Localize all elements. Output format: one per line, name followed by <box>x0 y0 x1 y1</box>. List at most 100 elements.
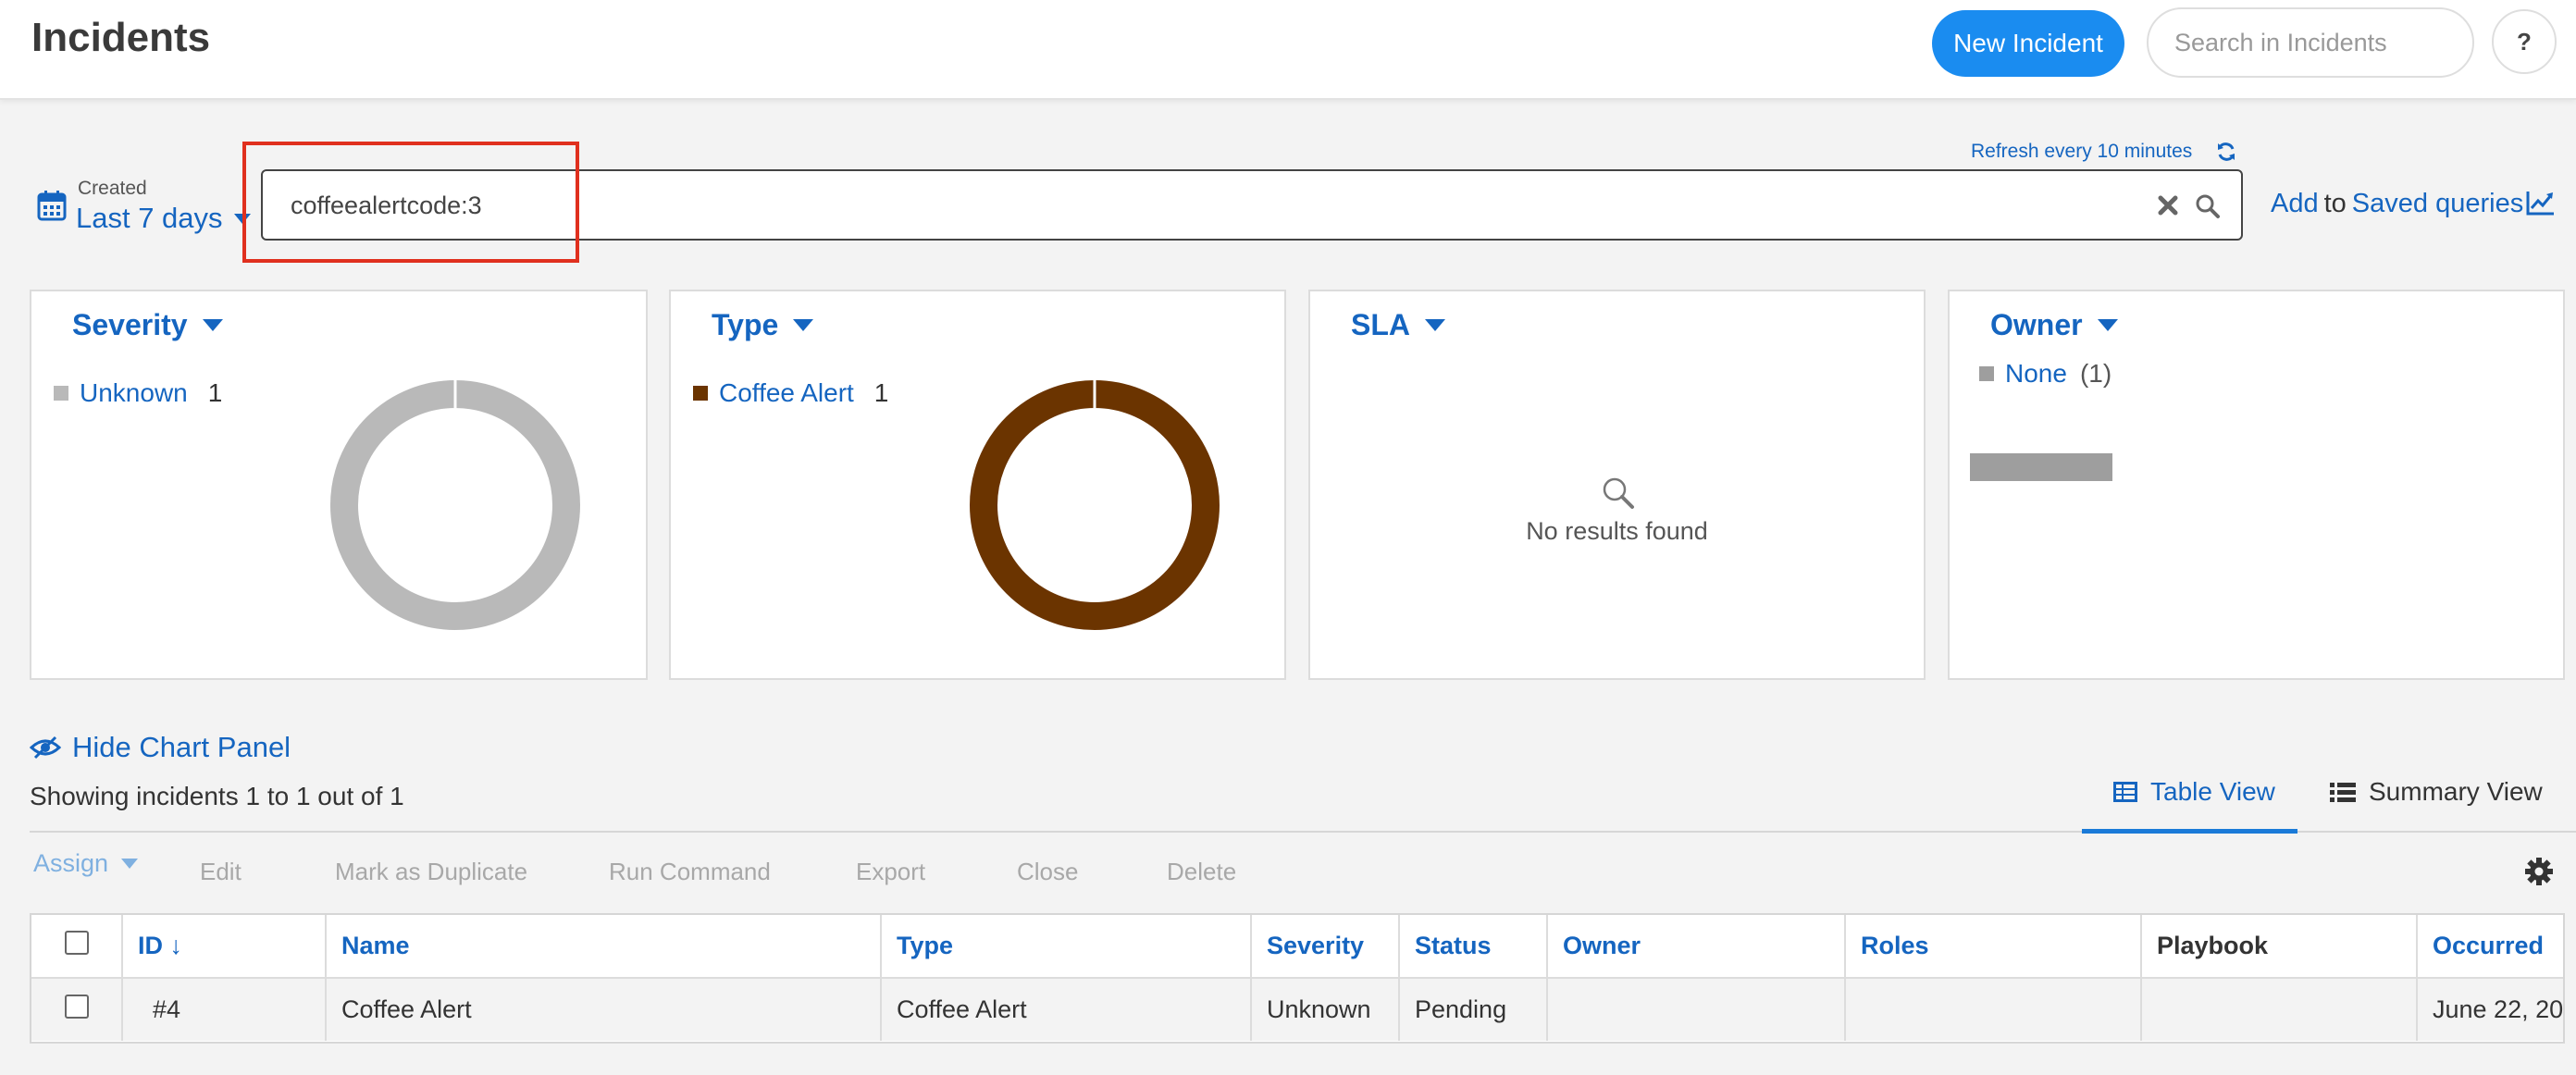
type-panel: Type Coffee Alert 1 <box>669 290 1286 680</box>
cell-name[interactable]: Coffee Alert <box>326 978 882 1041</box>
saved-queries-link[interactable]: Saved queries <box>2352 189 2523 218</box>
cell-playbook <box>2141 978 2418 1041</box>
cell-id[interactable]: #4 <box>122 978 327 1041</box>
cell-type: Coffee Alert <box>881 978 1252 1041</box>
severity-title-text: Severity <box>72 308 188 341</box>
column-header-owner[interactable]: Owner <box>1547 915 1846 979</box>
eye-slash-icon <box>30 735 61 760</box>
severity-legend-item[interactable]: Unknown 1 <box>54 378 222 408</box>
edit-button[interactable]: Edit <box>200 858 242 886</box>
refresh-interval-link[interactable]: Refresh every 10 minutes <box>1971 141 2192 163</box>
row-checkbox[interactable] <box>64 995 89 1019</box>
tab-summary-view[interactable]: Summary View <box>2330 777 2543 807</box>
column-header-severity[interactable]: Severity <box>1251 915 1400 979</box>
mark-duplicate-button[interactable]: Mark as Duplicate <box>335 858 527 886</box>
severity-donut-chart <box>330 378 580 630</box>
export-button[interactable]: Export <box>856 858 925 886</box>
calendar-icon[interactable] <box>37 190 67 221</box>
created-label: Created <box>78 178 147 199</box>
owner-bar-none[interactable] <box>1970 453 2112 481</box>
legend-swatch <box>1979 366 1994 381</box>
select-all-cell <box>31 915 123 979</box>
assign-dropdown[interactable]: Assign <box>33 849 139 878</box>
query-input[interactable] <box>289 171 2050 241</box>
chevron-down-icon <box>202 319 223 331</box>
add-to-saved-queries: Add to Saved queries <box>2271 189 2523 219</box>
magnifier-icon <box>1603 477 1634 509</box>
tab-table-view[interactable]: Table View <box>2113 777 2275 807</box>
sla-panel: SLA No results found <box>1308 290 1926 680</box>
column-header-name[interactable]: Name <box>326 915 882 979</box>
column-header-type[interactable]: Type <box>881 915 1252 979</box>
legend-swatch <box>693 386 708 401</box>
cell-occurred: June 22, 2022 <box>2417 978 2563 1041</box>
type-legend-item[interactable]: Coffee Alert 1 <box>693 378 888 408</box>
showing-count-text: Showing incidents 1 to 1 out of 1 <box>30 782 404 810</box>
created-range-value: Last 7 days <box>76 202 223 234</box>
owner-panel: Owner None (1) <box>1948 290 2565 680</box>
table-grid-icon <box>2113 782 2137 802</box>
search-icon[interactable] <box>2195 193 2221 219</box>
close-button[interactable]: Close <box>1017 858 1078 886</box>
delete-button[interactable]: Delete <box>1167 858 1236 886</box>
severity-panel-title[interactable]: Severity <box>72 308 223 342</box>
no-results-text: No results found <box>1526 517 1708 545</box>
view-switcher: Table View Summary View <box>2082 764 2576 833</box>
legend-label: Coffee Alert <box>719 378 854 407</box>
summary-view-label: Summary View <box>2369 777 2543 806</box>
owner-panel-title[interactable]: Owner <box>1990 308 2118 342</box>
cell-owner <box>1547 978 1846 1041</box>
legend-swatch <box>54 386 68 401</box>
sla-panel-title[interactable]: SLA <box>1351 308 1445 342</box>
column-header-id[interactable]: ID ↓ <box>122 915 327 979</box>
created-range-dropdown[interactable]: Last 7 days <box>76 202 251 235</box>
type-donut-chart <box>970 378 1220 630</box>
column-header-status[interactable]: Status <box>1399 915 1548 979</box>
legend-label: None <box>2005 359 2067 388</box>
owner-legend-item[interactable]: None (1) <box>1979 359 2112 389</box>
new-incident-button[interactable]: New Incident <box>1932 10 2124 77</box>
chevron-down-icon <box>233 213 251 224</box>
page-header: Incidents New Incident ? <box>0 0 2576 100</box>
hide-chart-panel-toggle[interactable]: Hide Chart Panel <box>30 731 291 764</box>
donut-slice-coffee-alert[interactable] <box>970 380 1220 630</box>
assign-label: Assign <box>33 849 109 877</box>
cell-severity: Unknown <box>1251 978 1400 1041</box>
column-header-playbook[interactable]: Playbook <box>2141 915 2418 979</box>
gear-icon[interactable] <box>2524 857 2554 886</box>
trend-chart-icon[interactable] <box>2526 190 2556 216</box>
cell-status: Pending <box>1399 978 1548 1041</box>
type-title-text: Type <box>712 308 779 341</box>
column-header-occurred[interactable]: Occurred <box>2417 915 2563 979</box>
query-bar <box>261 169 2243 241</box>
clear-icon[interactable] <box>2158 195 2178 216</box>
active-tab-indicator <box>2082 829 2297 834</box>
list-icon <box>2330 783 2356 802</box>
select-all-checkbox[interactable] <box>64 931 89 955</box>
table-header-row: ID ↓ Name Type Severity Status Owner Rol… <box>31 915 2563 979</box>
page-title: Incidents <box>31 15 211 60</box>
chevron-down-icon <box>793 319 814 331</box>
add-query-link[interactable]: Add <box>2271 189 2319 218</box>
donut-slice-unknown[interactable] <box>330 380 580 630</box>
legend-label: Unknown <box>80 378 188 407</box>
help-button[interactable]: ? <box>2492 9 2557 74</box>
chevron-down-icon <box>2097 319 2118 331</box>
type-panel-title[interactable]: Type <box>712 308 814 342</box>
incidents-table: ID ↓ Name Type Severity Status Owner Rol… <box>30 913 2565 1044</box>
chevron-down-icon <box>121 859 139 869</box>
table-row[interactable]: #4 Coffee Alert Coffee Alert Unknown Pen… <box>31 978 2563 1041</box>
to-label: to <box>2323 189 2347 218</box>
legend-count: (1) <box>2079 359 2112 388</box>
hide-chart-panel-label: Hide Chart Panel <box>72 731 291 763</box>
legend-count: 1 <box>207 378 223 407</box>
legend-count: 1 <box>873 378 889 407</box>
search-incidents-input[interactable] <box>2147 7 2474 78</box>
cell-roles <box>1845 978 2142 1041</box>
chevron-down-icon <box>1425 319 1445 331</box>
table-view-label: Table View <box>2150 777 2275 806</box>
row-select-cell <box>31 978 123 1041</box>
column-header-roles[interactable]: Roles <box>1845 915 2142 979</box>
run-command-button[interactable]: Run Command <box>609 858 771 886</box>
refresh-icon[interactable] <box>2216 142 2236 162</box>
